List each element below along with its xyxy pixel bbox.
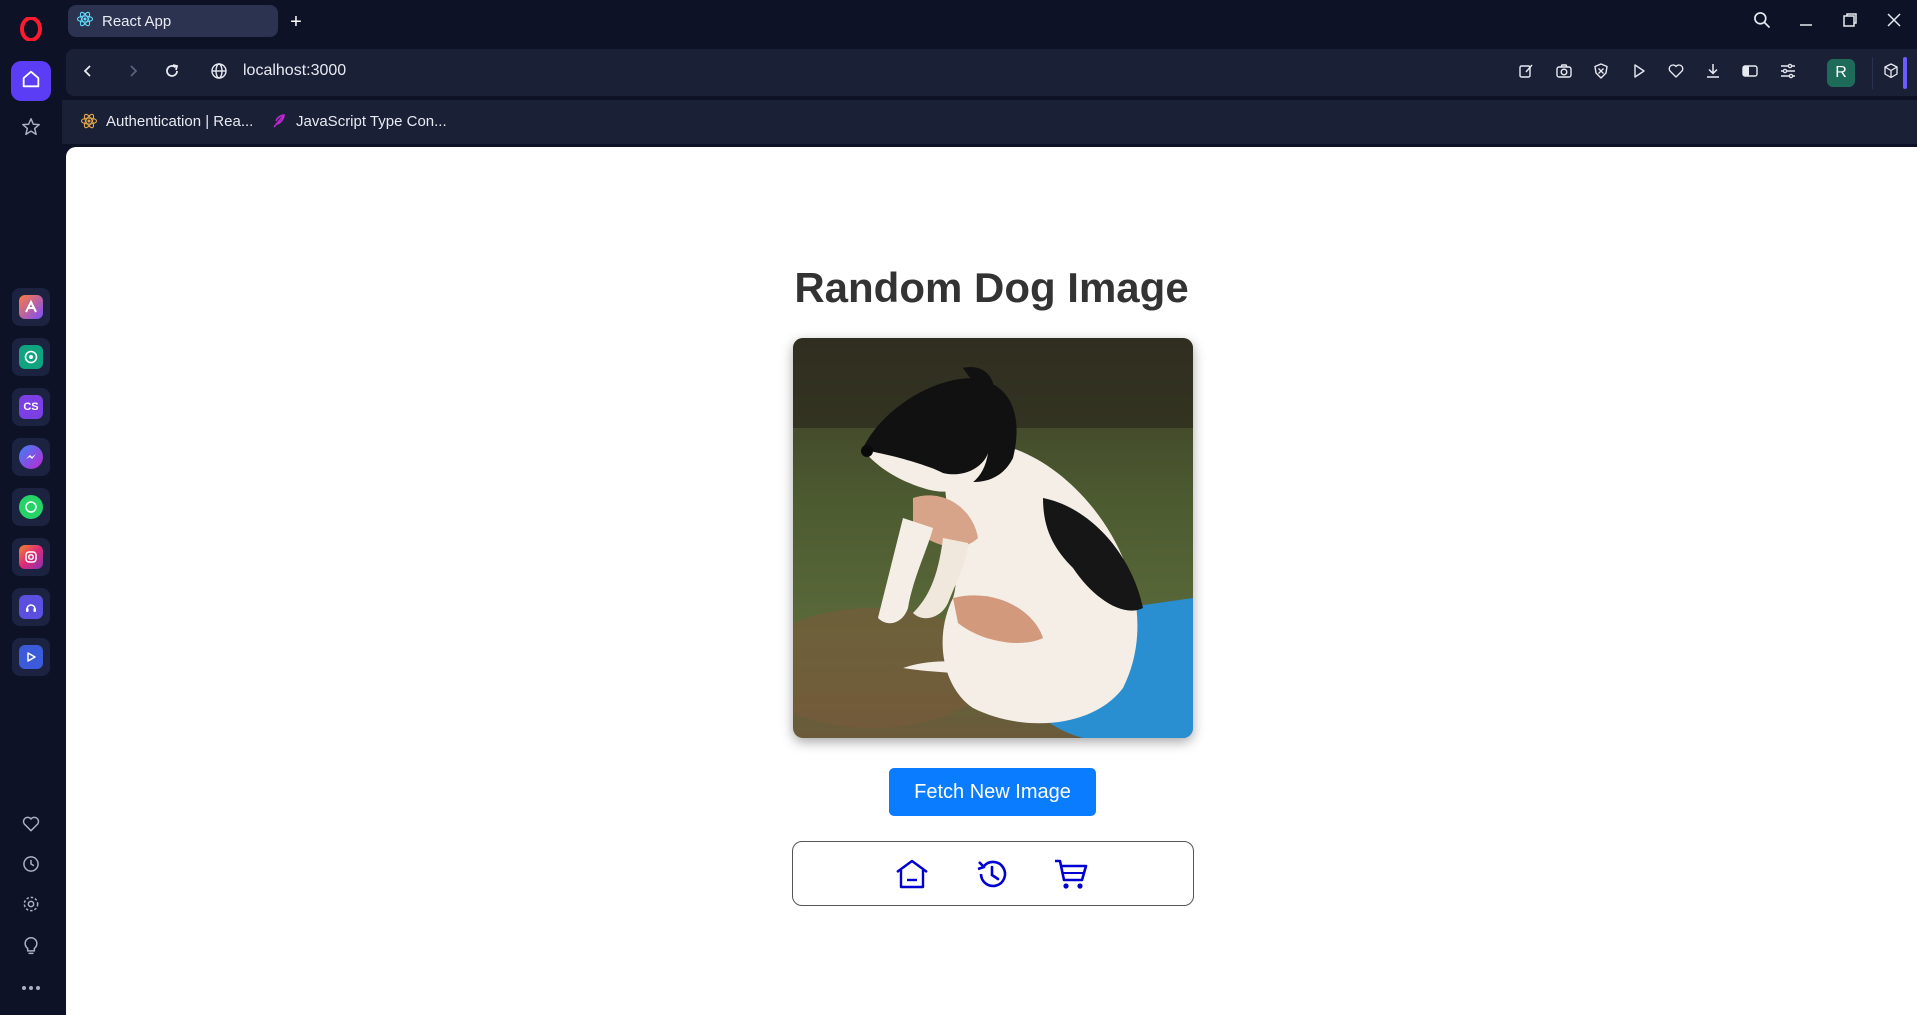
feather-icon [270,112,288,130]
tab-react-app[interactable]: React App [68,5,278,37]
heart-icon [21,814,41,839]
sidebar-more-button[interactable] [19,975,43,999]
sidebar-app-whatsapp[interactable] [12,488,50,526]
sidebar-home-button[interactable] [11,61,51,101]
cart-icon[interactable] [1052,856,1090,892]
react-icon [80,112,98,130]
music-icon [19,595,43,619]
close-window-button[interactable] [1880,8,1908,36]
bookmark-item[interactable]: JavaScript Type Con... [270,112,447,130]
dog-image [793,338,1193,738]
sidebar-tips-button[interactable] [19,935,43,959]
aria-icon [19,295,43,319]
star-icon [20,116,42,143]
download-icon [1704,62,1722,85]
browser-sidebar: CS [0,0,62,1015]
settings-sliders-icon [1779,62,1797,85]
page-title: Random Dog Image [794,264,1189,311]
bookmark-label: Authentication | Rea... [106,112,254,130]
whatsapp-icon [19,495,43,519]
edit-icon [1517,62,1535,85]
history-icon[interactable] [973,856,1011,892]
profile-avatar[interactable]: R [1827,59,1855,87]
sidebar-app-instagram[interactable] [12,538,50,576]
tab-title: React App [102,12,172,30]
sidebar-app-messenger[interactable] [12,438,50,476]
url-text[interactable]: localhost:3000 [243,62,346,80]
address-bar-row: localhost:3000 R [66,49,1917,96]
gear-icon [21,894,41,919]
player-icon [19,645,43,669]
browser-window: CS React App + localhost:3000 R Authenti… [0,0,1917,1015]
clock-icon [21,854,41,879]
camera-icon [1555,62,1573,85]
sidebar-app-chatgpt[interactable] [12,338,50,376]
globe-icon [210,62,228,85]
messenger-icon [19,445,43,469]
opera-logo-icon[interactable] [18,16,44,42]
shield-icon [1592,62,1610,85]
player-button[interactable] [1627,61,1651,85]
more-dots-icon [21,978,41,996]
bottom-nav-bar [792,841,1194,906]
bookmarks-bar: Authentication | Rea... JavaScript Type … [62,100,1917,144]
minimize-button[interactable] [1792,8,1820,36]
arrow-left-icon [80,63,96,84]
sidebar-toggle-icon [1741,62,1759,85]
play-icon [1630,62,1648,85]
sidebar-app-cs[interactable]: CS [12,388,50,426]
arrow-right-icon [125,63,141,84]
minimize-icon [1797,11,1815,34]
sidebar-toggle-button[interactable] [1738,61,1762,85]
cube-icon [1882,62,1900,85]
page-viewport: Random Dog Image Fetch New Image [66,147,1917,1015]
tab-search-button[interactable] [1748,8,1776,36]
back-button[interactable] [76,61,100,85]
sidebar-edge-indicator [1903,57,1907,89]
adblock-button[interactable] [1589,61,1613,85]
sidebar-app-player[interactable] [12,638,50,676]
easy-setup-button[interactable] [1776,61,1800,85]
sidebar-speed-dial-button[interactable] [19,117,43,141]
reload-icon [163,62,181,85]
sidebar-app-aria[interactable] [12,288,50,326]
close-icon [1885,11,1903,34]
plus-icon: + [290,10,302,33]
cs-icon: CS [19,395,43,419]
snapshot-button[interactable] [1552,61,1576,85]
bookmark-item[interactable]: Authentication | Rea... [80,112,253,130]
fetch-new-image-button[interactable]: Fetch New Image [889,768,1096,816]
restore-button[interactable] [1836,8,1864,36]
sidebar-history-button[interactable] [19,854,43,878]
new-tab-button[interactable]: + [284,10,308,34]
home-icon [20,68,42,95]
tab-strip: React App + [62,0,1917,44]
chatgpt-icon [19,345,43,369]
toolbar-divider [1872,57,1873,89]
site-info-button[interactable] [207,61,231,85]
lightbulb-icon [21,934,41,961]
restore-icon [1841,11,1859,34]
instagram-icon [19,545,43,569]
home-icon[interactable] [893,856,931,892]
extensions-button[interactable] [1879,61,1903,85]
heart-icon [1667,62,1685,85]
search-icon [1752,10,1772,35]
downloads-button[interactable] [1701,61,1725,85]
sidebar-favorites-button[interactable] [19,814,43,838]
edit-page-button[interactable] [1514,61,1538,85]
forward-button[interactable] [121,61,145,85]
react-icon [76,10,94,33]
sidebar-settings-button[interactable] [19,894,43,918]
bookmark-label: JavaScript Type Con... [296,112,447,130]
reload-button[interactable] [160,61,184,85]
my-flow-button[interactable] [1664,61,1688,85]
sidebar-app-music[interactable] [12,588,50,626]
